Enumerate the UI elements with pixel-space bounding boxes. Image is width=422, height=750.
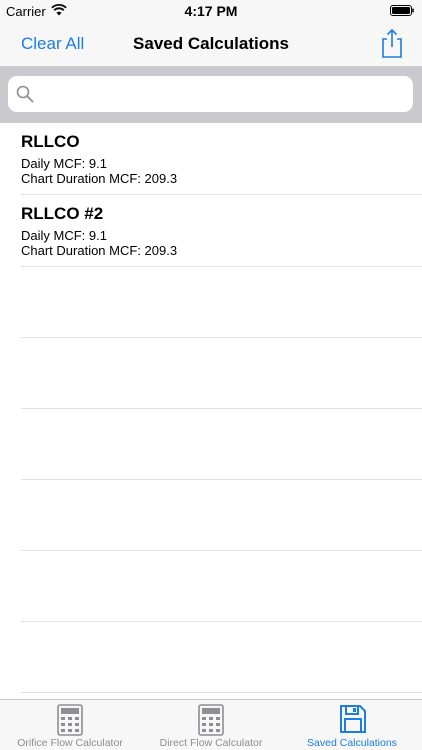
- status-bar: Carrier 4:17 PM: [0, 0, 422, 22]
- search-bar: [0, 66, 422, 123]
- tab-label: Direct Flow Calculator: [159, 737, 263, 749]
- item-title: RLLCO: [21, 132, 80, 151]
- clock: 4:17 PM: [184, 3, 238, 19]
- tab-saved-calculations[interactable]: Saved Calculations: [282, 700, 422, 750]
- search-field-container[interactable]: [8, 76, 413, 112]
- tab-direct-flow-calculator[interactable]: Direct Flow Calculator: [141, 700, 281, 750]
- calculator-icon: [198, 704, 224, 736]
- tab-label: Orifice Flow Calculator: [17, 737, 123, 749]
- item-chart-duration-mcf: Chart Duration MCF: 209.3: [21, 171, 178, 186]
- item-daily-mcf: Daily MCF: 9.1: [21, 156, 107, 171]
- item-daily-mcf: Daily MCF: 9.1: [21, 228, 107, 243]
- saved-calculations-list: RLLCO Daily MCF: 9.1 Chart Duration MCF:…: [0, 123, 422, 693]
- empty-row: [21, 409, 422, 480]
- list-item[interactable]: RLLCO #2 Daily MCF: 9.1 Chart Duration M…: [21, 195, 422, 267]
- item-title: RLLCO #2: [21, 204, 104, 223]
- floppy-disk-icon: [340, 705, 366, 733]
- empty-row: [21, 551, 422, 622]
- search-input[interactable]: [40, 82, 404, 108]
- search-icon: [16, 85, 34, 103]
- battery-icon: [390, 5, 414, 16]
- empty-row: [21, 267, 422, 338]
- item-chart-duration-mcf: Chart Duration MCF: 209.3: [21, 243, 178, 258]
- navigation-bar: Clear All Saved Calculations: [0, 22, 422, 66]
- page-title: Saved Calculations: [133, 34, 289, 53]
- empty-row: [21, 480, 422, 551]
- list-item[interactable]: RLLCO Daily MCF: 9.1 Chart Duration MCF:…: [21, 123, 422, 195]
- empty-row: [21, 622, 422, 693]
- tab-orifice-flow-calculator[interactable]: Orifice Flow Calculator: [0, 700, 140, 750]
- tab-bar: Orifice Flow Calculator Direct Flow Calc…: [0, 699, 422, 750]
- tab-label: Saved Calculations: [307, 737, 397, 749]
- calculator-icon: [57, 704, 83, 736]
- share-icon[interactable]: [380, 27, 404, 59]
- empty-row: [21, 338, 422, 409]
